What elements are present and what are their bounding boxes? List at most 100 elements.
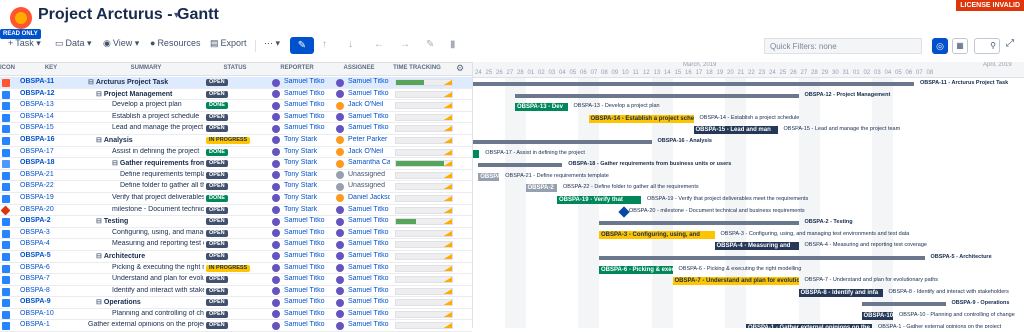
export-button[interactable]: ▤ Export: [210, 38, 247, 49]
issue-key[interactable]: OBSPA-14: [20, 113, 82, 120]
assignee-name[interactable]: Samuel Titko: [348, 298, 390, 305]
reporter-name[interactable]: Tony Stark: [284, 182, 330, 189]
issue-key[interactable]: OBSPA-9: [20, 298, 82, 305]
summary-bar[interactable]: [473, 82, 914, 86]
issue-summary[interactable]: milestone - Document technical and busin…: [112, 206, 204, 213]
task-bar[interactable]: OBSPA-14 - Establish a project sche: [588, 114, 694, 123]
reporter-name[interactable]: Tony Stark: [284, 206, 330, 213]
reporter-name[interactable]: Samuel Titko: [284, 217, 330, 224]
table-row[interactable]: OBSPA-14 Establish a project schedule OPEN…: [0, 112, 472, 124]
reporter-name[interactable]: Tony Stark: [284, 159, 330, 166]
assignee-name[interactable]: Daniel Jackson: [348, 194, 390, 201]
table-row[interactable]: OBSPA-21 Define requirements template OPEN…: [0, 170, 472, 182]
table-row[interactable]: OBSPA-4 Measuring and reporting test cove…: [0, 239, 472, 251]
reporter-name[interactable]: Samuel Titko: [284, 101, 330, 108]
table-row[interactable]: OBSPA-13 Develop a project plan DONE Samuel…: [0, 100, 472, 112]
delete-icon[interactable]: ▮: [450, 39, 456, 50]
task-bar[interactable]: OBSPA-7 - Understand and plan for evolut…: [672, 277, 799, 286]
issue-summary[interactable]: Understand and plan for evolutionary pat…: [112, 275, 204, 282]
collapse-icon[interactable]: ⊟: [112, 160, 118, 167]
col-status[interactable]: STATUS: [204, 65, 266, 71]
task-bar[interactable]: OBSPA-2: [525, 184, 557, 193]
task-bar[interactable]: OBSPA-19 - Verify that: [557, 196, 641, 204]
task-bar[interactable]: OBSPA-10: [861, 312, 893, 320]
issue-key[interactable]: OBSPA-17: [20, 148, 82, 155]
task-bar[interactable]: [473, 149, 480, 158]
edit-mode-button[interactable]: ✎: [290, 37, 314, 54]
issue-summary[interactable]: Define requirements template: [120, 171, 204, 178]
assignee-name[interactable]: Samuel Titko: [348, 113, 390, 120]
summary-bar[interactable]: [473, 140, 652, 144]
fullscreen-icon[interactable]: ⤢: [1006, 38, 1014, 49]
issue-summary[interactable]: Lead and manage the project: [112, 124, 204, 131]
assignee-name[interactable]: Peter Parker: [348, 136, 390, 143]
reporter-name[interactable]: Samuel Titko: [284, 113, 330, 120]
calendar-button[interactable]: ▦: [952, 38, 968, 54]
assignee-name[interactable]: Samuel Titko: [348, 78, 390, 85]
collapse-icon[interactable]: ⊟: [96, 137, 102, 144]
table-row[interactable]: OBSPA-3 Configuring, using, and managing …: [0, 228, 472, 240]
table-row[interactable]: OBSPA-18 ⊟Gather requirements from busine…: [0, 158, 472, 170]
issue-key[interactable]: OBSPA-5: [20, 252, 82, 259]
summary-bar[interactable]: [861, 302, 946, 307]
table-row[interactable]: OBSPA-16 ⊟ Analysis IN PROGRESS Tony Stark Pe…: [0, 135, 472, 147]
task-bar[interactable]: OBSPA-4 - Measuring and: [714, 242, 799, 251]
issue-summary[interactable]: Identify and interact with stakeholders: [112, 287, 204, 294]
reporter-name[interactable]: Samuel Titko: [284, 90, 330, 97]
reporter-name[interactable]: Samuel Titko: [284, 240, 330, 247]
task-bar[interactable]: OBSPA-6 - Picking & execu: [599, 265, 673, 274]
collapse-icon[interactable]: ⊟: [88, 79, 94, 86]
issue-key[interactable]: OBSPA-3: [20, 229, 82, 236]
reporter-name[interactable]: Samuel Titko: [284, 124, 330, 131]
compass-button[interactable]: ◎: [932, 38, 948, 54]
task-bar[interactable]: OBSPA-8 - Identify and infa: [798, 288, 883, 297]
reporter-name[interactable]: Tony Stark: [284, 171, 330, 178]
table-row[interactable]: OBSPA-6 Picking & executing the right mod…: [0, 263, 472, 275]
move-up-icon[interactable]: ↑: [322, 39, 327, 50]
issue-key[interactable]: OBSPA-4: [20, 240, 82, 247]
task-menu-button[interactable]: + Task ▾: [8, 38, 41, 49]
issue-summary[interactable]: ⊟ Arcturus Project Task: [88, 78, 204, 86]
issue-summary[interactable]: ⊟ Testing: [96, 217, 204, 225]
col-icon[interactable]: ICON: [0, 65, 15, 71]
collapse-icon[interactable]: ⊟: [96, 218, 102, 225]
assignee-name[interactable]: Samuel Titko: [348, 240, 390, 247]
collapse-icon[interactable]: ⊟: [96, 299, 102, 306]
outdent-icon[interactable]: ←: [374, 39, 384, 50]
task-bar[interactable]: OBSPA-3 - Configuring, using, and: [599, 230, 715, 239]
table-row[interactable]: OBSPA-11 ⊟ Arcturus Project Task OPEN Samuel…: [0, 77, 472, 89]
issue-summary[interactable]: ⊟ Project Management: [96, 90, 204, 98]
assignee-name[interactable]: Samuel Titko: [348, 321, 390, 328]
table-row[interactable]: OBSPA-1 Gather external opinions on the p…: [0, 320, 472, 332]
assignee-name[interactable]: Samuel Titko: [348, 206, 390, 213]
summary-bar[interactable]: [515, 93, 799, 98]
reporter-name[interactable]: Samuel Titko: [284, 310, 330, 317]
issue-key[interactable]: OBSPA-21: [20, 171, 82, 178]
task-bar[interactable]: OBSPA-13 - Dev: [515, 103, 568, 112]
issue-summary[interactable]: Establish a project schedule: [112, 113, 204, 120]
assignee-name[interactable]: Samuel Titko: [348, 124, 390, 131]
issue-key[interactable]: OBSPA-13: [20, 101, 82, 108]
task-bar[interactable]: OBSPA: [478, 172, 500, 181]
assignee-name[interactable]: Jack O'Neil: [348, 101, 390, 108]
issue-summary[interactable]: Gather external opinions on the project: [88, 321, 204, 328]
issue-key[interactable]: OBSPA-20: [20, 206, 82, 213]
reporter-name[interactable]: Samuel Titko: [284, 298, 330, 305]
issue-summary[interactable]: ⊟ Operations: [96, 298, 204, 306]
resources-button[interactable]: ● Resources: [150, 38, 200, 48]
issue-key[interactable]: OBSPA-8: [20, 287, 82, 294]
task-bar[interactable]: OBSPA-1 - Gather external opinions on th…: [746, 323, 872, 328]
col-assignee[interactable]: ASSIGNEE: [328, 65, 390, 71]
reporter-name[interactable]: Tony Stark: [284, 136, 330, 143]
reporter-name[interactable]: Samuel Titko: [284, 78, 330, 85]
view-menu-button[interactable]: ◉ View ▾: [103, 38, 139, 49]
assignee-name[interactable]: Samuel Titko: [348, 217, 390, 224]
table-row[interactable]: OBSPA-22 Define folder to gather all the …: [0, 181, 472, 193]
assignee-name[interactable]: Samuel Titko: [348, 252, 390, 259]
table-row[interactable]: OBSPA-2 ⊟ Testing OPEN Samuel Titko Samuel Ti…: [0, 216, 472, 228]
reporter-name[interactable]: Samuel Titko: [284, 287, 330, 294]
assignee-name[interactable]: Samuel Titko: [348, 310, 390, 317]
issue-key[interactable]: OBSPA-16: [20, 136, 82, 143]
assignee-name[interactable]: Samantha Carter: [348, 159, 390, 166]
assignee-name[interactable]: Unassigned: [348, 171, 390, 178]
